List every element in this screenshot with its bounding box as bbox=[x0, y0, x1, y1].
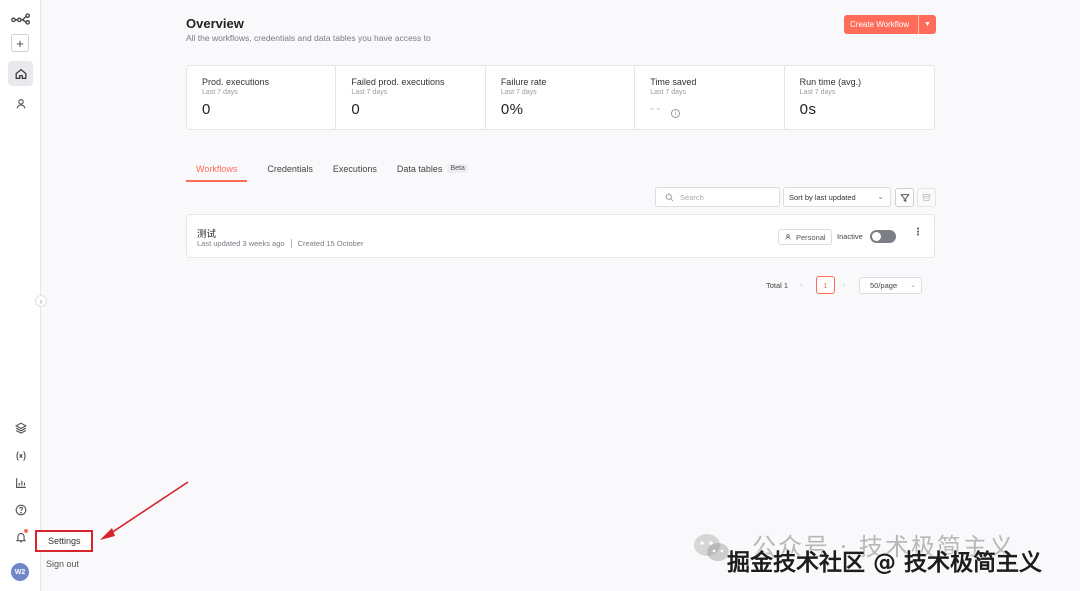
info-icon[interactable]: i bbox=[671, 109, 681, 118]
watermark-line2: 掘金技术社区 @ 技术极简主义 bbox=[727, 550, 1043, 576]
templates-icon[interactable] bbox=[8, 415, 33, 440]
more-options-icon[interactable]: ⋮ bbox=[913, 228, 923, 238]
page-number-button[interactable]: 1 bbox=[816, 276, 835, 294]
search-input[interactable] bbox=[680, 192, 770, 202]
stat-period: Last 7 days bbox=[799, 89, 836, 96]
stat-value: 0s bbox=[799, 101, 817, 118]
toggle-knob bbox=[872, 232, 881, 241]
stat-label: Failure rate bbox=[500, 77, 547, 87]
tab-data-tables[interactable]: Data tables Beta bbox=[397, 164, 468, 182]
search-icon bbox=[665, 193, 674, 201]
stat-period: Last 7 days bbox=[202, 89, 238, 96]
insights-icon[interactable] bbox=[8, 470, 33, 495]
sidebar: + › W2 bbox=[0, 0, 47, 591]
stat-label: Prod. executions bbox=[202, 77, 270, 87]
tab-label: Credentials bbox=[267, 164, 313, 174]
variables-icon[interactable] bbox=[8, 443, 33, 468]
stat-value: 0 bbox=[202, 101, 211, 118]
prev-page-icon[interactable]: ‹ bbox=[800, 280, 803, 289]
stat-value: 0% bbox=[500, 101, 524, 118]
filter-button[interactable] bbox=[895, 188, 914, 207]
create-workflow-button[interactable]: Create Workflow ▼ bbox=[844, 15, 936, 34]
stat-time-saved[interactable]: Time saved Last 7 days -- i bbox=[635, 66, 785, 129]
stat-failed-executions[interactable]: Failed prod. executions Last 7 days 0 bbox=[336, 66, 486, 129]
collapse-sidebar-icon[interactable]: › bbox=[35, 295, 47, 307]
stat-period: Last 7 days bbox=[351, 89, 388, 96]
notification-dot bbox=[24, 529, 28, 533]
help-icon[interactable] bbox=[8, 497, 33, 522]
sign-out-menu-item[interactable]: Sign out bbox=[35, 553, 93, 575]
sort-label: Sort by last updated bbox=[789, 192, 856, 202]
created-date: Created 15 October bbox=[297, 239, 364, 248]
workflow-name[interactable]: 测试 bbox=[197, 226, 216, 240]
tab-label: Executions bbox=[332, 164, 377, 174]
tab-label: Workflows bbox=[196, 164, 238, 174]
search-box[interactable] bbox=[655, 187, 780, 207]
workflow-logo-icon[interactable] bbox=[8, 6, 33, 31]
sort-select[interactable]: Sort by last updated ⌄ bbox=[783, 187, 891, 207]
stat-failure-rate[interactable]: Failure rate Last 7 days 0% bbox=[486, 66, 636, 129]
active-toggle[interactable] bbox=[870, 230, 896, 243]
stat-prod-executions[interactable]: Prod. executions Last 7 days 0 bbox=[187, 66, 337, 129]
workflow-card[interactable]: 测试 Last updated 3 weeks ago Created 15 O… bbox=[186, 214, 935, 258]
user-menu-popup: Settings Sign out bbox=[35, 529, 97, 579]
page-title: Overview bbox=[186, 16, 244, 31]
chevron-down-icon: ⌄ bbox=[910, 282, 916, 289]
user-icon[interactable] bbox=[8, 91, 33, 116]
chevron-down-icon: ⌄ bbox=[877, 192, 884, 201]
user-icon bbox=[785, 234, 791, 240]
settings-menu-item[interactable]: Settings bbox=[35, 530, 93, 552]
tab-executions[interactable]: Executions bbox=[333, 164, 377, 182]
page-size-select[interactable]: 50/page ⌄ bbox=[859, 277, 922, 294]
next-page-icon[interactable]: › bbox=[843, 280, 846, 289]
tab-workflows[interactable]: Workflows bbox=[186, 164, 248, 182]
stat-value: 0 bbox=[351, 101, 361, 118]
stat-run-time[interactable]: Run time (avg.) Last 7 days 0s bbox=[785, 66, 934, 129]
stat-label: Time saved bbox=[650, 77, 697, 87]
status-label: Inactive bbox=[837, 232, 863, 241]
tabs: Workflows Credentials Executions Data ta… bbox=[186, 164, 488, 182]
page-size-label: 50/page bbox=[870, 281, 898, 290]
create-workflow-label: Create Workflow bbox=[850, 20, 909, 29]
stat-label: Failed prod. executions bbox=[351, 77, 445, 87]
annotation-arrow bbox=[100, 481, 189, 540]
beta-badge: Beta bbox=[447, 164, 468, 173]
add-icon[interactable]: + bbox=[11, 34, 29, 52]
filter-icon bbox=[899, 193, 910, 202]
stat-label: Run time (avg.) bbox=[799, 77, 862, 87]
archive-toggle-button[interactable] bbox=[917, 188, 936, 207]
workflow-meta: Last updated 3 weeks ago Created 15 Octo… bbox=[197, 239, 363, 248]
stat-period: Last 7 days bbox=[500, 89, 537, 96]
stat-value: -- bbox=[650, 101, 663, 115]
bell-icon[interactable] bbox=[8, 524, 33, 549]
tab-label: Data tables bbox=[396, 164, 443, 174]
chevron-down-icon[interactable]: ▼ bbox=[919, 21, 936, 28]
owner-label: Personal bbox=[796, 232, 826, 242]
stat-period: Last 7 days bbox=[650, 89, 687, 96]
avatar[interactable]: W2 bbox=[11, 563, 29, 581]
last-updated: Last updated 3 weeks ago bbox=[197, 239, 285, 248]
wechat-icon bbox=[694, 534, 729, 561]
owner-badge: Personal bbox=[778, 229, 832, 245]
stats-panel: Prod. executions Last 7 days 0 Failed pr… bbox=[186, 65, 935, 130]
page-subtitle: All the workflows, credentials and data … bbox=[186, 33, 431, 43]
total-count: Total 1 bbox=[766, 281, 789, 290]
archive-icon bbox=[922, 194, 931, 201]
divider bbox=[290, 239, 292, 248]
home-icon[interactable] bbox=[8, 61, 33, 86]
tab-credentials[interactable]: Credentials bbox=[267, 164, 313, 182]
